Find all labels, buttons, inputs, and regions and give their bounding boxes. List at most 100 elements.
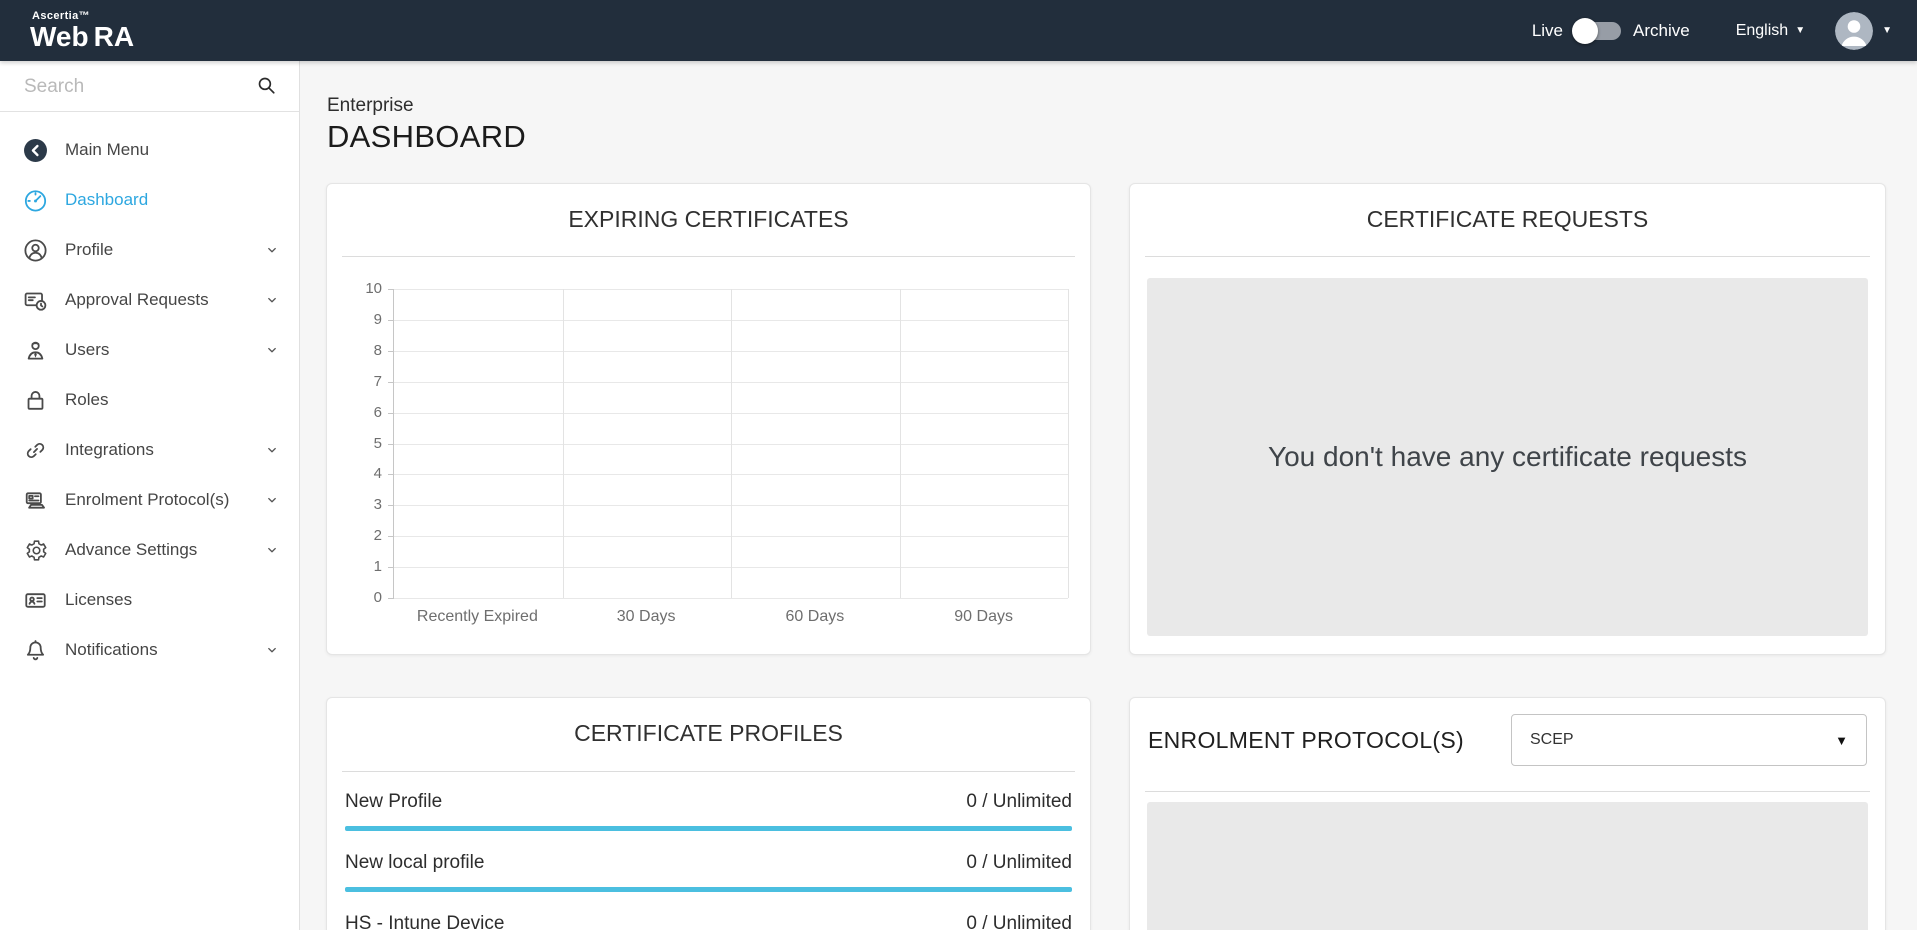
sidebar-menu: Main MenuDashboardProfile Approval Reques… [0,112,299,675]
sidebar-item-label: Licenses [65,590,132,610]
users-icon [22,337,49,364]
sidebar-item-label: Enrolment Protocol(s) [65,490,229,510]
profile-rows: New Profile0 / UnlimitedNew local profil… [345,791,1072,930]
enrolment-empty-panel [1147,802,1868,930]
sidebar-search [0,61,299,112]
search-icon[interactable] [256,75,277,96]
profile-usage-value: 0 / Unlimited [966,791,1072,813]
lock-icon [22,387,49,414]
sidebar-item-label: Advance Settings [65,540,197,560]
y-tick-label: 2 [374,527,382,544]
sidebar-item-approval-requests[interactable]: Approval Requests [0,275,299,325]
x-axis-label: 60 Days [731,608,900,626]
chevron-down-icon [265,343,279,357]
brand-ascertia: Ascertia™ [32,10,134,22]
live-archive-toggle[interactable] [1575,22,1621,40]
y-tick-mark [388,567,394,568]
enrolment-device-icon [22,487,49,514]
profile-row-new-profile[interactable]: New Profile 0 / Unlimited [345,791,1072,831]
y-tick-mark [388,505,394,506]
sidebar-item-label: Integrations [65,440,154,460]
y-tick-label: 0 [374,589,382,606]
divider [1145,256,1870,257]
sidebar-item-licenses[interactable]: Licenses [0,575,299,625]
profile-row-line: HS - Intune Device 0 / Unlimited [345,913,1072,930]
y-tick-mark [388,320,394,321]
certificate-profiles-card: CERTIFICATE PROFILES New Profile0 / Unli… [326,697,1091,930]
y-tick-label: 3 [374,496,382,513]
sidebar-item-label: Roles [65,390,108,410]
sidebar-item-notifications[interactable]: Notifications [0,625,299,675]
profile-name: New Profile [345,791,442,813]
sidebar-item-enrolment-protocol-s[interactable]: Enrolment Protocol(s) [0,475,299,525]
profile-usage-value: 0 / Unlimited [966,852,1072,874]
brand-web: Web [30,22,89,51]
y-tick-mark [388,444,394,445]
language-dropdown[interactable]: English ▼ [1736,22,1805,40]
card-title: CERTIFICATE REQUESTS [1130,206,1885,233]
y-tick-mark [388,536,394,537]
chevron-down-icon [265,643,279,657]
chevron-down-icon [265,243,279,257]
sidebar-item-label: Users [65,340,109,360]
profile-progress-bar [345,887,1072,892]
search-input[interactable] [24,69,254,105]
gridline-vertical [900,289,901,598]
toggle-knob[interactable] [1572,18,1598,44]
profile-row-new-local-profile[interactable]: New local profile 0 / Unlimited [345,852,1072,892]
sidebar-item-advance-settings[interactable]: Advance Settings [0,525,299,575]
sidebar-item-label: Notifications [65,640,158,660]
user-silhouette-icon [1835,12,1873,50]
profile-usage-value: 0 / Unlimited [966,913,1072,930]
profile-row-hs-intune-device[interactable]: HS - Intune Device 0 / Unlimited [345,913,1072,930]
language-value: English [1736,22,1788,40]
divider [1145,791,1870,792]
chevron-down-icon [265,543,279,557]
expiring-certificates-chart: 109876543210 Recently Expired30 Days60 D… [345,289,1068,626]
brand-logo[interactable]: Ascertia™ WebRA [30,10,134,51]
bell-icon [22,637,49,664]
certificate-requests-empty-panel: You don't have any certificate requests [1147,278,1868,636]
profile-name: New local profile [345,852,484,874]
gridline-vertical [1068,289,1069,598]
y-tick-mark [388,474,394,475]
app-root: Ascertia™ WebRA Live Archive English ▼ ▼ [0,0,1917,930]
page-head: Enterprise DASHBOARD [327,95,526,155]
empty-state-message: You don't have any certificate requests [1268,441,1747,473]
sidebar-item-main-menu[interactable]: Main Menu [0,125,299,175]
protocol-select[interactable]: SCEP ▼ [1511,714,1867,766]
breadcrumb-enterprise: Enterprise [327,95,526,117]
sidebar-item-integrations[interactable]: Integrations [0,425,299,475]
profile-progress-bar [345,826,1072,831]
profile-icon [22,237,49,264]
y-tick-label: 5 [374,435,382,452]
divider [342,771,1075,772]
y-tick-label: 8 [374,342,382,359]
avatar[interactable] [1835,12,1873,50]
x-axis-label: 30 Days [562,608,731,626]
navbar-right: Live Archive English ▼ ▼ [1532,12,1892,50]
id-card-icon [22,587,49,614]
sidebar: Main MenuDashboardProfile Approval Reques… [0,61,300,930]
y-tick-mark [388,351,394,352]
chevron-down-icon [265,443,279,457]
y-tick-label: 6 [374,404,382,421]
profile-menu-caret[interactable]: ▼ [1882,26,1892,36]
profile-name: HS - Intune Device [345,913,504,930]
y-tick-label: 10 [365,280,382,297]
sidebar-item-users[interactable]: Users [0,325,299,375]
x-axis-label: 90 Days [899,608,1068,626]
chart-x-axis-labels: Recently Expired30 Days60 Days90 Days [393,608,1068,626]
link-icon [22,437,49,464]
live-label: Live [1532,21,1563,41]
sidebar-item-dashboard[interactable]: Dashboard [0,175,299,225]
page-title: DASHBOARD [327,119,526,155]
y-tick-mark [388,289,394,290]
y-tick-label: 1 [374,558,382,575]
dashboard-gauge-icon [22,187,49,214]
enrolment-protocols-card: ENROLMENT PROTOCOL(S) SCEP ▼ [1129,697,1886,930]
chevron-down-icon: ▼ [1835,733,1848,748]
sidebar-item-roles[interactable]: Roles [0,375,299,425]
sidebar-item-profile[interactable]: Profile [0,225,299,275]
sidebar-item-label: Approval Requests [65,290,209,310]
